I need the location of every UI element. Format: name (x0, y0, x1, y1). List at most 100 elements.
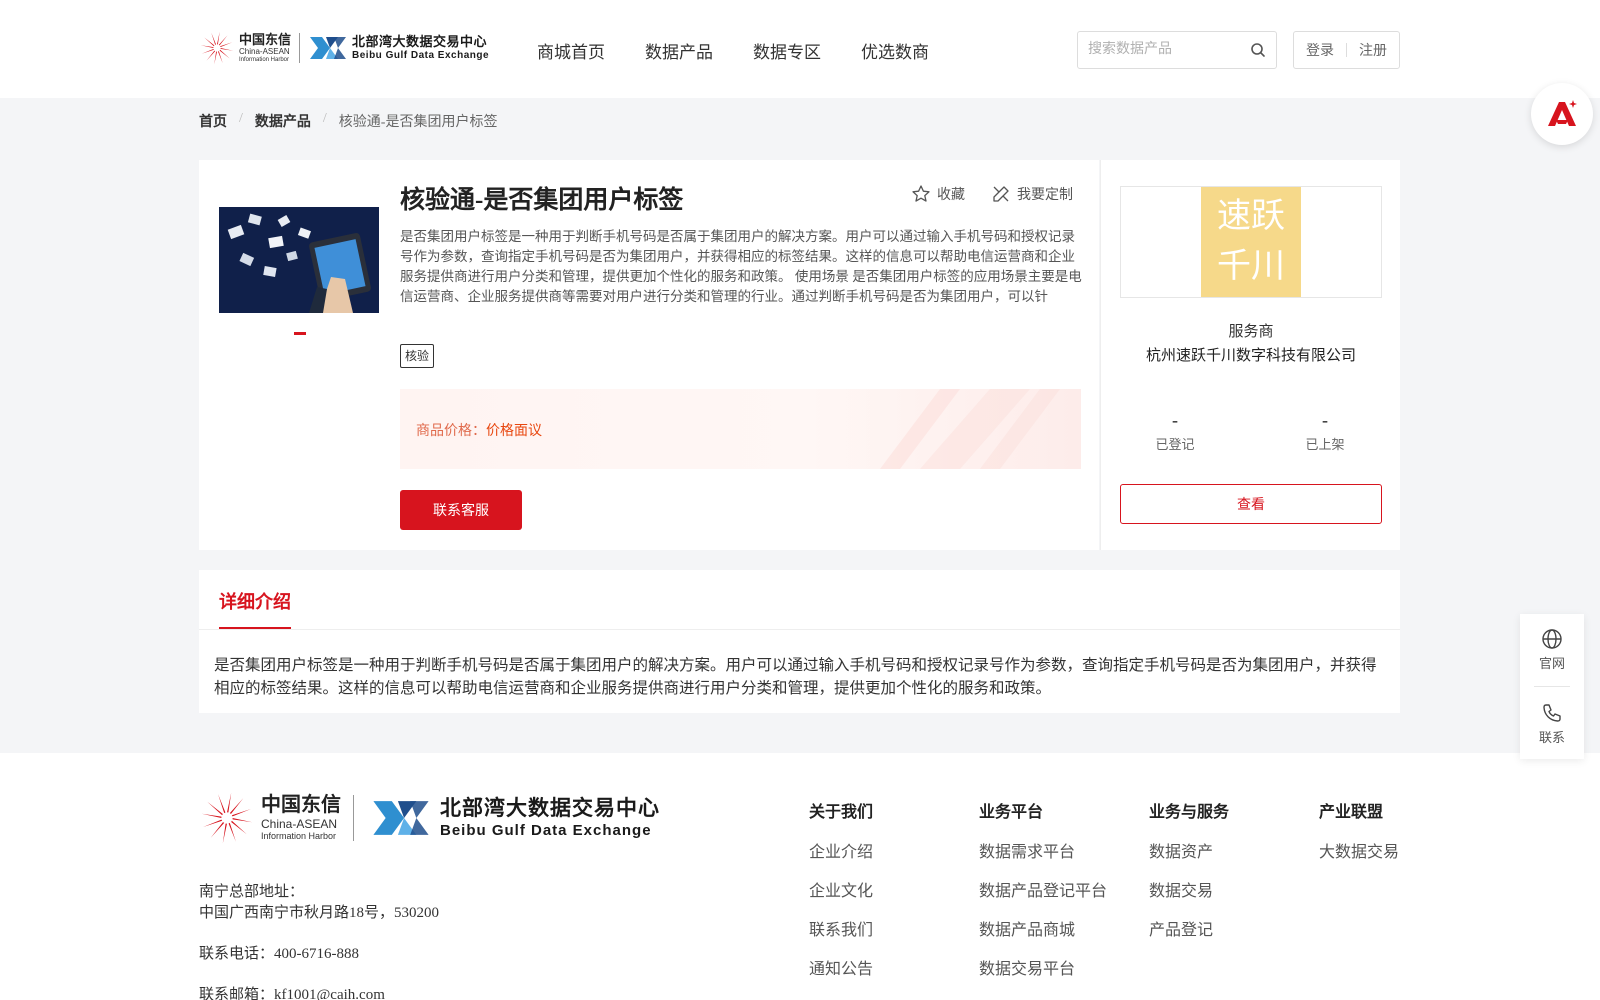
provider-label: 服务商 (1228, 324, 1274, 340)
footer-link[interactable]: 数据资产 (1149, 842, 1229, 864)
product-description: 是否集团用户标签是一种用于判断手机号码是否属于集团用户的解决方案。用户可以通过输… (400, 229, 1082, 304)
footer-bx-cn: 北部湾大数据交易中心 (440, 797, 660, 820)
footer-phone: 联系电话：400-6716-888 (199, 946, 359, 962)
search-input[interactable] (1078, 32, 1238, 68)
customize-label: 我要定制 (1017, 188, 1073, 203)
customize-icon (993, 186, 1009, 202)
sunburst-logo-icon (200, 31, 234, 65)
breadcrumb-current: 核验通-是否集团用户标签 (338, 115, 498, 130)
stat-listed-label: 已上架 (1305, 437, 1345, 452)
product-tag: 核验 (400, 344, 435, 368)
logo-divider (299, 33, 301, 63)
footer-link[interactable]: 数据需求平台 (979, 842, 1107, 864)
footer-link[interactable]: 数据产品商城 (979, 920, 1107, 942)
bx-mark-icon (310, 37, 347, 59)
footer-col-alliance: 产业联盟 大数据交易 (1319, 798, 1399, 881)
footer-logo: 中国东信 China-ASEAN Information Harbor 北部湾大… (199, 790, 660, 846)
nav-data-zone[interactable]: 数据专区 (753, 38, 821, 63)
price-box: 商品价格：价格面议 (400, 389, 1081, 469)
footer-logo-en-sub: Information Harbor (261, 831, 337, 841)
auth-divider (1346, 43, 1347, 57)
footer-address-label: 南宁总部地址： (199, 884, 305, 900)
footer-link[interactable]: 通知公告 (809, 959, 873, 981)
phone-icon (1543, 704, 1561, 722)
view-provider-button[interactable]: 查看 (1120, 484, 1382, 524)
footer-link[interactable]: 数据交易 (1149, 881, 1229, 903)
side-contact[interactable]: 联系 (1520, 702, 1584, 746)
breadcrumb-home[interactable]: 首页 (199, 111, 227, 131)
main-nav: 商城首页 数据产品 数据专区 优选数商 (537, 38, 969, 63)
provider-logo-frame: 速跃 千川 (1120, 186, 1382, 298)
footer-bx-en: Beibu Gulf Data Exchange (440, 822, 652, 839)
provider-logo-line1: 速跃 (1217, 198, 1285, 235)
stat-registered-value: - (1172, 410, 1178, 430)
footer-logo-en: China-ASEAN (261, 817, 338, 831)
search-box (1077, 31, 1277, 69)
tab-divider (199, 629, 1400, 630)
stat-listed-value: - (1322, 410, 1328, 430)
star-icon (912, 185, 930, 202)
image-indicator[interactable] (294, 332, 306, 335)
login-link[interactable]: 登录 (1306, 40, 1334, 60)
breadcrumb-separator: / (322, 111, 327, 126)
footer-link[interactable]: 企业文化 (809, 881, 873, 903)
bx-cn-text: 北部湾大数据交易中心 (352, 34, 488, 49)
search-icon[interactable] (1250, 42, 1266, 58)
breadcrumb: 首页 / 数据产品 / 核验通-是否集团用户标签 (199, 111, 497, 131)
favorite-label: 收藏 (937, 188, 965, 203)
site-logo[interactable]: 中国东信 China-ASEAN Information Harbor 北部湾大… (199, 28, 489, 68)
globe-icon (1542, 629, 1562, 649)
provider-logo-line2: 千川 (1217, 248, 1285, 285)
floating-app-button[interactable] (1531, 83, 1593, 145)
tablet-papers-illustration (219, 207, 379, 313)
footer-col-title: 关于我们 (809, 804, 874, 821)
detail-section: 详细介绍 是否集团用户标签是一种用于判断手机号码是否属于集团用户的解决方案。用户… (199, 570, 1400, 713)
side-official-label: 官网 (1538, 656, 1565, 671)
provider-name: 杭州速跃千川数字科技有限公司 (1145, 348, 1356, 364)
contact-service-button[interactable]: 联系客服 (400, 490, 522, 530)
footer-col-title: 业务与服务 (1149, 804, 1230, 821)
china-asean-logo: 中国东信 China-ASEAN Information Harbor (199, 30, 291, 66)
product-card: 核验通-是否集团用户标签 收藏 我要定制 是否集团用户标签是一种用于判断手机号码… (199, 160, 1099, 550)
footer-link[interactable]: 产品登记 (1149, 920, 1229, 942)
nav-premium-merchants[interactable]: 优选数商 (861, 38, 929, 63)
customize-button[interactable]: 我要定制 (991, 184, 1073, 204)
footer-col-about: 关于我们 企业介绍 企业文化 联系我们 通知公告 (809, 798, 873, 998)
beibu-gulf-logo: 北部湾大数据交易中心 Beibu Gulf Data Exchange (308, 33, 489, 63)
footer-col-title: 产业联盟 (1319, 804, 1384, 821)
favorite-button[interactable]: 收藏 (911, 184, 965, 204)
stat-registered-label: 已登记 (1155, 437, 1195, 452)
side-widget: 官网 联系 (1520, 614, 1584, 759)
detail-text: 是否集团用户标签是一种用于判断手机号码是否属于集团用户的解决方案。用户可以通过输… (214, 657, 1377, 697)
product-image[interactable] (219, 207, 379, 313)
nav-home[interactable]: 商城首页 (537, 38, 605, 63)
breadcrumb-separator: / (239, 111, 243, 126)
stat-registered: - 已登记 (1125, 408, 1225, 453)
footer-link[interactable]: 大数据交易 (1319, 842, 1399, 864)
site-header: 中国东信 China-ASEAN Information Harbor 北部湾大… (0, 0, 1600, 98)
footer-col-services: 业务与服务 数据资产 数据交易 产品登记 (1149, 798, 1229, 959)
nav-data-products[interactable]: 数据产品 (645, 38, 713, 63)
breadcrumb-category[interactable]: 数据产品 (255, 111, 311, 131)
side-divider (1534, 686, 1570, 687)
price-label-text: 商品价格： (416, 424, 486, 439)
footer-link[interactable]: 数据交易平台 (979, 959, 1107, 981)
register-link[interactable]: 注册 (1359, 40, 1387, 60)
bx-en-text: Beibu Gulf Data Exchange (352, 50, 490, 61)
footer-logo-cn: 中国东信 (261, 794, 341, 816)
price-value: 价格面议 (486, 424, 542, 439)
side-official-site[interactable]: 官网 (1520, 628, 1584, 672)
app-a-logo-icon (1548, 100, 1577, 126)
sunburst-logo-icon (201, 792, 253, 844)
footer-email: 联系邮箱：kf1001@caih.com (199, 987, 385, 1000)
footer-link[interactable]: 数据产品登记平台 (979, 881, 1107, 903)
provider-card: 速跃 千川 服务商 杭州速跃千川数字科技有限公司 - 已登记 - 已上架 查看 (1100, 160, 1400, 550)
logo-cn-text: 中国东信 (239, 32, 292, 47)
footer-address: 中国广西南宁市秋月路18号，530200 (199, 905, 440, 921)
logo-en-text: China-ASEAN (239, 47, 290, 56)
stat-listed: - 已上架 (1275, 408, 1375, 453)
side-contact-label: 联系 (1538, 730, 1565, 745)
tab-detail-intro[interactable]: 详细介绍 (219, 588, 291, 614)
footer-link[interactable]: 企业介绍 (809, 842, 873, 864)
footer-link[interactable]: 联系我们 (809, 920, 873, 942)
